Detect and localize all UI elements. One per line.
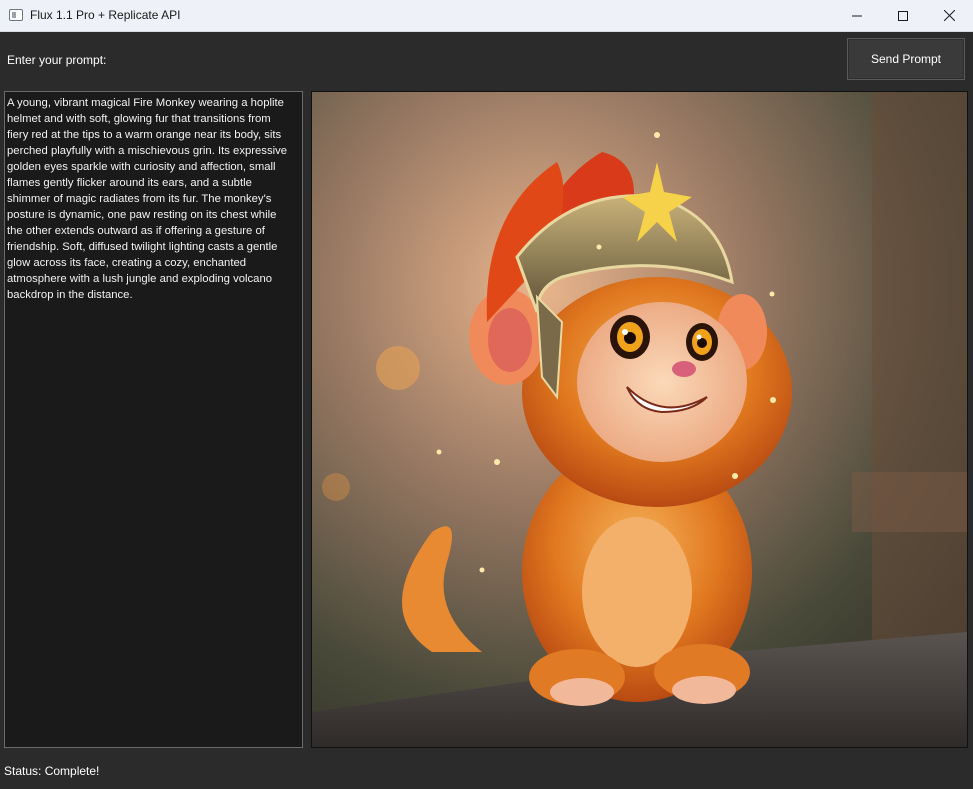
generated-image — [311, 91, 968, 748]
app-window-icon — [9, 9, 23, 21]
prompt-textarea[interactable]: A young, vibrant magical Fire Monkey wea… — [4, 91, 303, 748]
status-text: Status: Complete! — [4, 764, 100, 778]
send-prompt-button[interactable]: Send Prompt — [847, 38, 965, 80]
minimize-button[interactable] — [834, 0, 880, 31]
close-icon — [943, 10, 955, 21]
title-bar: Flux 1.1 Pro + Replicate API — [0, 0, 973, 32]
window-title: Flux 1.1 Pro + Replicate API — [30, 8, 181, 22]
close-button[interactable] — [926, 0, 972, 31]
maximize-icon — [898, 10, 908, 21]
fire-monkey-illustration — [312, 92, 967, 747]
prompt-label: Enter your prompt: — [7, 53, 107, 67]
minimize-icon — [852, 15, 862, 16]
maximize-button[interactable] — [880, 0, 926, 31]
